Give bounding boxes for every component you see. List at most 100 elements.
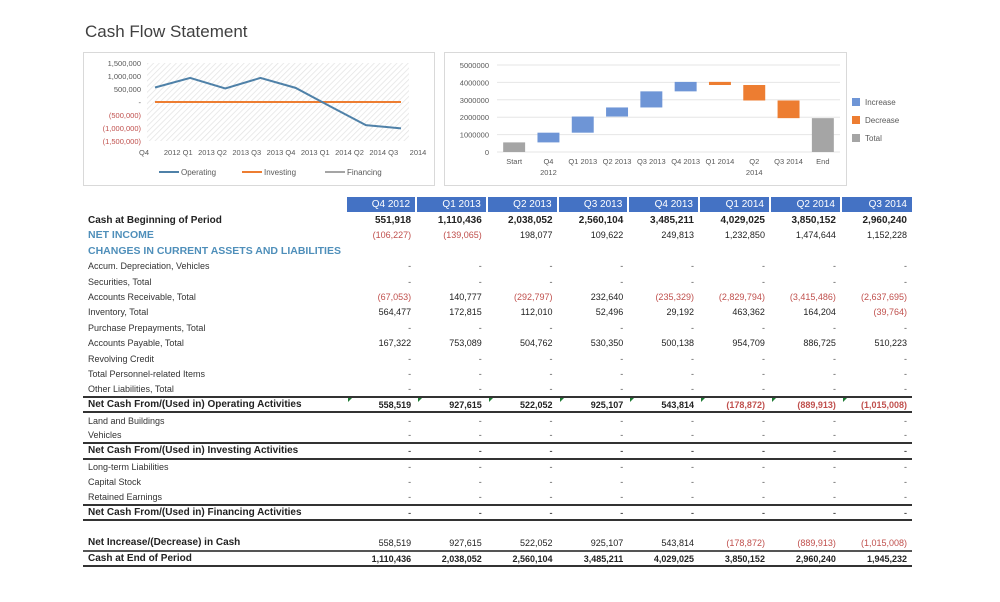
cell-value: - xyxy=(549,276,553,287)
cell-value: - xyxy=(832,415,836,426)
cell-value: - xyxy=(761,368,765,379)
cell-value: - xyxy=(408,415,412,426)
cell-value: - xyxy=(690,322,694,333)
cell-value: 925,107 xyxy=(557,535,629,553)
y-tick-label: - xyxy=(139,98,142,107)
cell-value: - xyxy=(478,261,482,272)
table-row: Accum. Depreciation, Vehicles - - - - - - - - xyxy=(83,259,912,274)
cell-value: 2,038,052 xyxy=(416,550,487,568)
cell-value: - xyxy=(690,415,694,426)
cell-value: - xyxy=(761,383,765,394)
cell-value: 1,152,228 xyxy=(866,230,907,241)
cell-value: - xyxy=(690,276,694,287)
y-tick-label: 1,500,000 xyxy=(108,59,141,68)
table-row: Accounts Receivable, Total (67,053) 140,77… xyxy=(83,289,912,304)
cell-value: - xyxy=(769,503,841,522)
table-row: Capital Stock - - - - - - - - xyxy=(83,474,912,489)
x-tick-label: Q2 2013 xyxy=(603,157,632,166)
cell-value: - xyxy=(761,476,765,487)
cell-value xyxy=(558,520,629,535)
x-tick-label: 2013 Q2 xyxy=(198,148,227,157)
row-label: Cash at End of Period xyxy=(83,550,346,568)
cell-value: - xyxy=(408,368,412,379)
cell-value: - xyxy=(549,491,553,502)
waterfall-bar-total xyxy=(503,142,526,152)
cell-value: - xyxy=(690,261,694,272)
row-label: Accounts Receivable, Total xyxy=(88,292,196,303)
table-row: Revolving Credit - - - - - - - - xyxy=(83,351,912,366)
waterfall-bar-total xyxy=(811,118,834,152)
header-row: Q4 2012 Q1 2013 Q2 2013 Q3 2013 Q4 2013 Q1 20… xyxy=(83,197,912,213)
cash-flow-line-chart[interactable]: 1,500,000 1,000,000 500,000 - (500,000) (1,00… xyxy=(83,52,435,186)
column-header: Q3 2014 xyxy=(839,197,912,213)
cell-value: 543,814 xyxy=(628,535,699,553)
cell-value: - xyxy=(557,503,629,522)
table-row: Other Liabilities, Total - - - - - - - - xyxy=(83,382,912,397)
cell-value: - xyxy=(620,491,624,502)
cell-value: - xyxy=(478,383,482,394)
cell-value: 29,192 xyxy=(666,307,694,318)
cell-value: - xyxy=(904,383,907,394)
cell-value: 551,918 xyxy=(374,214,412,226)
cell-value xyxy=(699,520,770,535)
waterfall-bar-decrease xyxy=(708,81,731,86)
column-header: Q4 2012 xyxy=(344,197,417,213)
cell-value: 167,322 xyxy=(378,338,412,349)
legend-swatch xyxy=(852,116,860,124)
x-tick-label: 2014 xyxy=(746,168,763,177)
cell-value: - xyxy=(408,383,412,394)
cell-value: - xyxy=(549,368,553,379)
cell-value: - xyxy=(408,276,412,287)
x-tick-label: Q1 2014 xyxy=(706,157,735,166)
x-tick-label: 2014 Q3 xyxy=(369,148,398,157)
cell-value: - xyxy=(690,353,694,364)
cell-value: - xyxy=(690,476,694,487)
table-row: Purchase Prepayments, Total - - - - - - - - xyxy=(83,320,912,335)
cell-value: (889,913) xyxy=(769,535,841,553)
cell-value: 522,052 xyxy=(486,535,558,553)
cell-value xyxy=(416,243,487,258)
cell-value: - xyxy=(478,491,482,502)
table-row: Inventory, Total 564,477 172,815 112,010 52,… xyxy=(83,305,912,320)
x-tick-label: Q4 xyxy=(543,157,553,166)
cell-value: 510,223 xyxy=(874,338,907,349)
cell-value: - xyxy=(761,261,765,272)
cash-flow-table: Q4 2012 Q1 2013 Q2 2013 Q3 2013 Q4 2013 Q1 20… xyxy=(83,197,912,568)
row-label: Inventory, Total xyxy=(88,307,149,318)
cell-value: - xyxy=(690,430,694,441)
cell-value: - xyxy=(408,461,412,472)
row-label: Net Cash From/(Used in) Investing Activi… xyxy=(83,442,346,460)
cell-value: - xyxy=(408,491,412,502)
cell-value: 109,622 xyxy=(590,230,624,241)
cell-value: - xyxy=(904,491,907,502)
x-tick-label: End xyxy=(816,157,829,166)
cell-value: - xyxy=(904,476,907,487)
cell-value: - xyxy=(486,503,558,522)
cell-value: (1,015,008) xyxy=(840,396,912,414)
table-row: Accounts Payable, Total 167,322 753,089 504… xyxy=(83,336,912,351)
cell-value: - xyxy=(620,476,624,487)
cell-value: - xyxy=(690,461,694,472)
y-tick-label: 1,000,000 xyxy=(108,72,141,81)
x-tick-label: Q3 2014 xyxy=(774,157,803,166)
row-label: Long-term Liabilities xyxy=(88,461,169,472)
cell-value: - xyxy=(620,353,624,364)
cell-value: 3,485,211 xyxy=(557,550,629,568)
cell-value: - xyxy=(904,353,907,364)
waterfall-bar-increase xyxy=(640,91,663,108)
cell-value: 1,945,232 xyxy=(840,550,912,568)
cell-value: 927,615 xyxy=(416,535,487,553)
cell-value: - xyxy=(690,491,694,502)
legend-label: Increase xyxy=(865,97,896,107)
cell-value xyxy=(487,520,558,535)
cell-value: 3,485,211 xyxy=(650,214,694,226)
cell-value: 1,110,436 xyxy=(345,550,417,568)
cell-value: - xyxy=(549,383,553,394)
cell-value xyxy=(487,243,558,258)
cell-value: 2,960,240 xyxy=(769,550,841,568)
cash-waterfall-chart[interactable]: 0 1000000 2000000 3000000 4000000 5000000 Star… xyxy=(444,52,847,186)
cell-value xyxy=(346,243,416,258)
cell-value: - xyxy=(478,461,482,472)
y-tick-label: 3000000 xyxy=(460,96,489,105)
row-label xyxy=(83,520,346,535)
